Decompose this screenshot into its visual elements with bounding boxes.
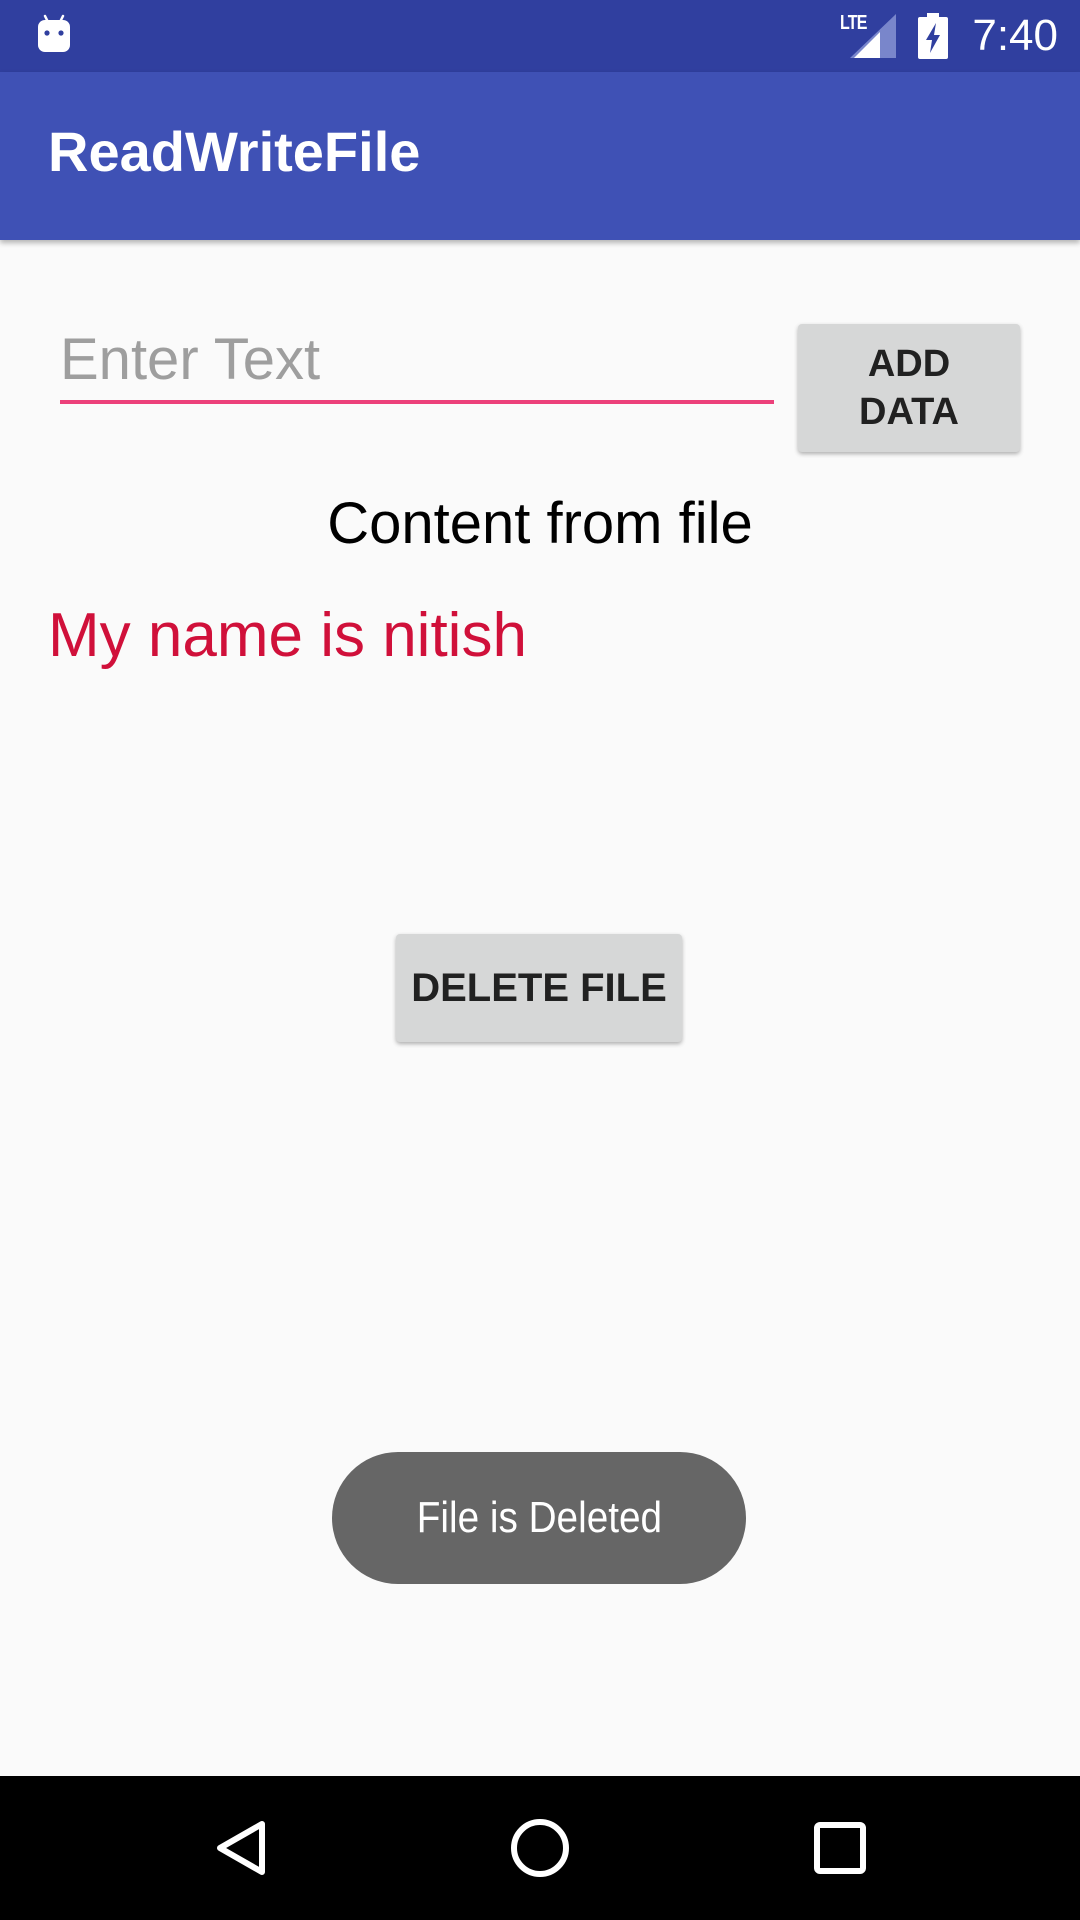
add-data-button[interactable]: ADD DATA <box>798 324 1020 452</box>
status-icons: LTE 7:40 <box>840 0 1058 72</box>
recents-button[interactable] <box>750 1776 930 1920</box>
home-button[interactable] <box>450 1776 630 1920</box>
status-bar: LTE 7:40 <box>0 0 1080 72</box>
navigation-bar <box>0 1776 1080 1920</box>
lte-signal-icon: LTE <box>840 0 897 72</box>
recents-icon <box>814 1822 866 1874</box>
android-icon <box>38 14 70 52</box>
screen: LTE 7:40 ReadWriteFile ADD DATA Content … <box>0 0 1080 1920</box>
back-icon <box>217 1821 265 1875</box>
app-bar: ReadWriteFile <box>0 72 1080 240</box>
add-data-label-line2: DATA <box>859 391 959 433</box>
back-button[interactable] <box>150 1776 330 1920</box>
app-title: ReadWriteFile <box>48 120 421 183</box>
home-icon <box>511 1819 569 1877</box>
add-data-label-line1: ADD <box>867 343 951 385</box>
file-content-text: My name is nitish <box>48 601 527 670</box>
toast: File is Deleted <box>332 1452 746 1584</box>
enter-text-input[interactable] <box>60 318 774 404</box>
delete-file-button[interactable]: DELETE FILE <box>396 934 682 1042</box>
toast-message: File is Deleted <box>416 1493 662 1542</box>
battery-charging-icon <box>918 13 949 59</box>
content-heading: Content from file <box>327 491 753 556</box>
clock: 7:40 <box>972 11 1058 60</box>
